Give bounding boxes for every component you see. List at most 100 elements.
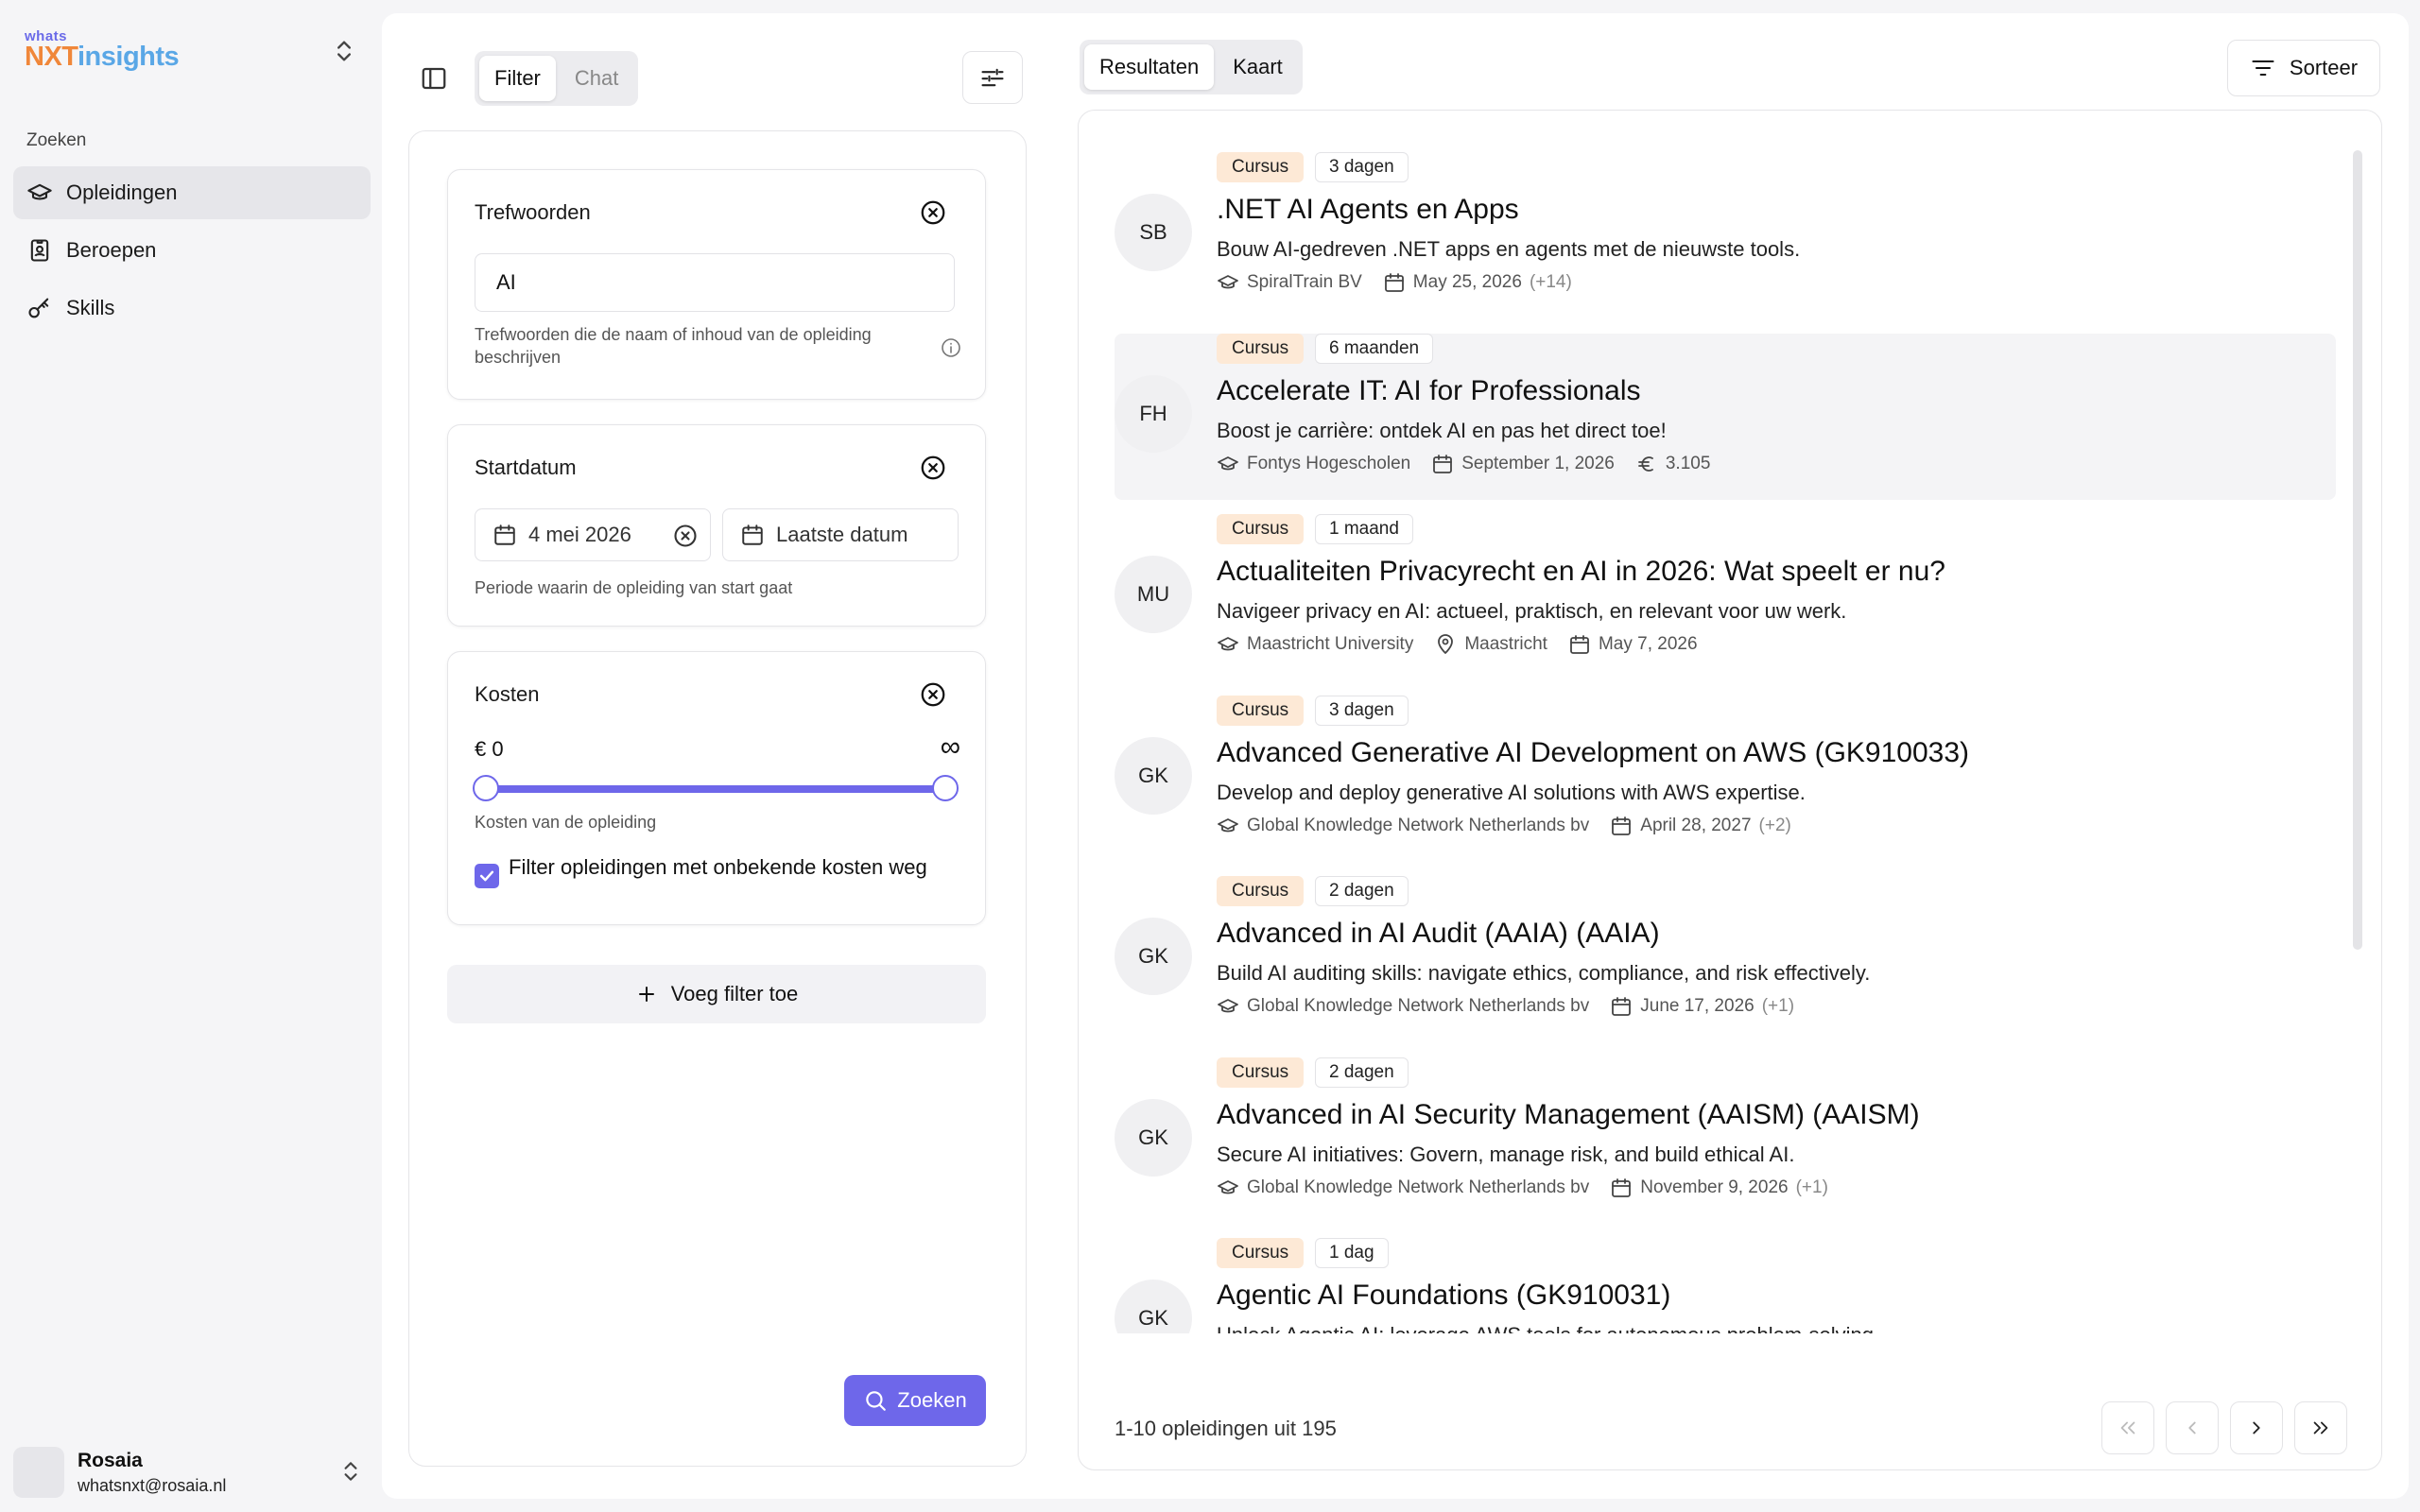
clear-keywords-icon[interactable] — [919, 198, 947, 227]
filter-area: Trefwoorden Trefwoorden die de naam of i… — [408, 130, 1027, 1467]
graduation-cap-icon — [1217, 815, 1247, 837]
graduation-cap-icon — [26, 180, 53, 206]
search-button[interactable]: Zoeken — [844, 1375, 986, 1426]
sidebar-toggle-icon[interactable] — [420, 64, 448, 93]
tab-resultaten[interactable]: Resultaten — [1084, 44, 1215, 90]
provider: Global Knowledge Network Netherlands bv — [1217, 995, 1589, 1018]
location-value: Maastricht — [1464, 634, 1547, 654]
start-date-from[interactable]: 4 mei 2026 — [475, 508, 711, 561]
startdate-title: Startdatum — [475, 455, 577, 479]
brand-logo[interactable]: whats NXTinsights — [25, 28, 180, 76]
graduation-cap-icon — [1217, 995, 1247, 1018]
info-icon[interactable] — [940, 336, 962, 359]
result-description: Boost je carrière: ontdek AI en pas het … — [1217, 418, 1667, 442]
result-title[interactable]: Advanced in AI Audit (AAIA) (AAIA) — [1217, 918, 1660, 950]
avatar — [13, 1447, 64, 1498]
sidebar-item-skills[interactable]: Skills — [13, 282, 371, 335]
cost-slider-track[interactable] — [486, 785, 947, 793]
id-badge-icon — [26, 237, 53, 264]
result-item[interactable]: MU Cursus 1 maand Actualiteiten Privacyrech… — [1115, 514, 2336, 680]
tab-filter[interactable]: Filter — [479, 56, 556, 101]
results-scrollbar[interactable] — [2353, 150, 2362, 950]
type-badge: Cursus — [1217, 152, 1305, 182]
sidebar: whats NXTinsights Zoeken Opleidingen Ber… — [0, 0, 382, 1512]
duration-badge: 1 dag — [1315, 1238, 1389, 1268]
result-item[interactable]: FH Cursus 6 maanden Accelerate IT: AI for P… — [1115, 333, 2336, 500]
duration-badge: 1 maand — [1315, 514, 1413, 544]
sort-button[interactable]: Sorteer — [2227, 40, 2380, 96]
duration-badge: 3 dagen — [1315, 695, 1409, 726]
clear-cost-icon[interactable] — [919, 680, 947, 709]
unknown-cost-checkbox-row[interactable]: Filter opleidingen met onbekende kosten … — [475, 856, 966, 888]
result-description: Bouw AI-gedreven .NET apps en agents met… — [1217, 237, 1801, 261]
user-menu[interactable]: Rosaia whatsnxt@rosaia.nl — [13, 1444, 371, 1501]
keywords-title: Trefwoorden — [475, 200, 591, 224]
result-item[interactable]: GK Cursus 2 dagen Advanced in AI Security M… — [1115, 1057, 2336, 1224]
start-date-value: September 1, 2026 — [1461, 453, 1615, 473]
tab-chat[interactable]: Chat — [560, 56, 633, 101]
start-date-to-placeholder: Laatste datum — [776, 523, 908, 546]
workspace-switch-icon[interactable] — [331, 38, 357, 64]
duration-badge: 6 maanden — [1315, 333, 1434, 364]
sort-icon — [2250, 55, 2276, 81]
start-date: September 1, 2026 — [1431, 453, 1615, 475]
result-item[interactable]: GK Cursus 2 dagen Advanced in AI Audit (AAI… — [1115, 876, 2336, 1042]
result-title[interactable]: Advanced Generative AI Development on AW… — [1217, 737, 1969, 769]
sliders-icon — [979, 64, 1006, 91]
start-date-value: November 9, 2026 — [1640, 1177, 1789, 1197]
cost-slider-min-handle[interactable] — [473, 775, 499, 801]
calendar-icon — [1610, 815, 1640, 837]
location: Maastricht — [1434, 633, 1547, 656]
provider-value: SpiralTrain BV — [1247, 272, 1362, 292]
provider-logo: GK — [1115, 1280, 1192, 1333]
graduation-cap-icon — [1217, 271, 1247, 294]
sidebar-item-beroepen[interactable]: Beroepen — [13, 224, 371, 277]
clear-startdate-icon[interactable] — [919, 454, 947, 482]
result-description: Navigeer privacy en AI: actueel, praktis… — [1217, 599, 1847, 623]
tab-kaart[interactable]: Kaart — [1218, 44, 1298, 90]
result-title[interactable]: Actualiteiten Privacyrecht en AI in 2026… — [1217, 556, 1945, 588]
provider-logo: GK — [1115, 918, 1192, 995]
results-list: SB Cursus 3 dagen .NET AI Agents en Apps Bou… — [1115, 152, 2336, 1333]
keywords-input[interactable] — [475, 253, 955, 312]
chevron-up-down-icon[interactable] — [338, 1459, 363, 1484]
result-title[interactable]: Accelerate IT: AI for Professionals — [1217, 375, 1641, 407]
start-date-value: April 28, 2027 — [1640, 815, 1752, 835]
result-description: Secure AI initiatives: Govern, manage ri… — [1217, 1142, 1795, 1166]
result-title[interactable]: Agentic AI Foundations (GK910031) — [1217, 1280, 1670, 1312]
provider: Global Knowledge Network Netherlands bv — [1217, 1177, 1589, 1199]
filter-chat-tabs: Filter Chat — [475, 51, 639, 106]
start-date: November 9, 2026 (+1) — [1610, 1177, 1828, 1199]
type-badge: Cursus — [1217, 333, 1305, 364]
price: 3.105 — [1635, 453, 1710, 475]
start-date-extra: (+14) — [1529, 272, 1572, 292]
result-item[interactable]: GK Cursus 3 dagen Advanced Generative AI De… — [1115, 695, 2336, 862]
nav-section-label: Zoeken — [26, 130, 87, 150]
duration-badge: 3 dagen — [1315, 152, 1409, 182]
cost-slider-max-handle[interactable] — [932, 775, 959, 801]
result-meta: Global Knowledge Network Netherlands bv A… — [1217, 815, 1812, 837]
main-panel: Filter Chat Trefwoorden Trefwoorden die … — [382, 13, 2409, 1499]
result-description: Develop and deploy generative AI solutio… — [1217, 780, 1806, 804]
cost-max-label: ∞ — [940, 731, 960, 763]
filter-settings-button[interactable] — [962, 51, 1023, 104]
result-item[interactable]: GK Cursus 1 dag Agentic AI Foundations (GK9… — [1115, 1238, 2336, 1333]
pagination-summary: 1-10 opleidingen uit 195 — [1115, 1417, 1337, 1440]
start-date-to[interactable]: Laatste datum — [722, 508, 959, 561]
first-page-button[interactable] — [2101, 1401, 2154, 1454]
calendar-icon — [1431, 453, 1461, 475]
add-filter-button[interactable]: Voeg filter toe — [447, 965, 986, 1023]
last-page-button[interactable] — [2294, 1401, 2347, 1454]
result-title[interactable]: .NET AI Agents en Apps — [1217, 194, 1519, 226]
clear-date-icon[interactable] — [672, 523, 699, 549]
unknown-cost-checkbox[interactable] — [475, 864, 499, 888]
next-page-button[interactable] — [2230, 1401, 2283, 1454]
sidebar-item-opleidingen[interactable]: Opleidingen — [13, 166, 371, 219]
result-item[interactable]: SB Cursus 3 dagen .NET AI Agents en Apps Bou… — [1115, 152, 2336, 318]
type-badge: Cursus — [1217, 514, 1305, 544]
search-label: Zoeken — [897, 1388, 967, 1412]
provider-value: Global Knowledge Network Netherlands bv — [1247, 1177, 1590, 1197]
result-title[interactable]: Advanced in AI Security Management (AAIS… — [1217, 1099, 1920, 1131]
prev-page-button[interactable] — [2166, 1401, 2219, 1454]
start-date-value: May 25, 2026 — [1412, 272, 1522, 292]
